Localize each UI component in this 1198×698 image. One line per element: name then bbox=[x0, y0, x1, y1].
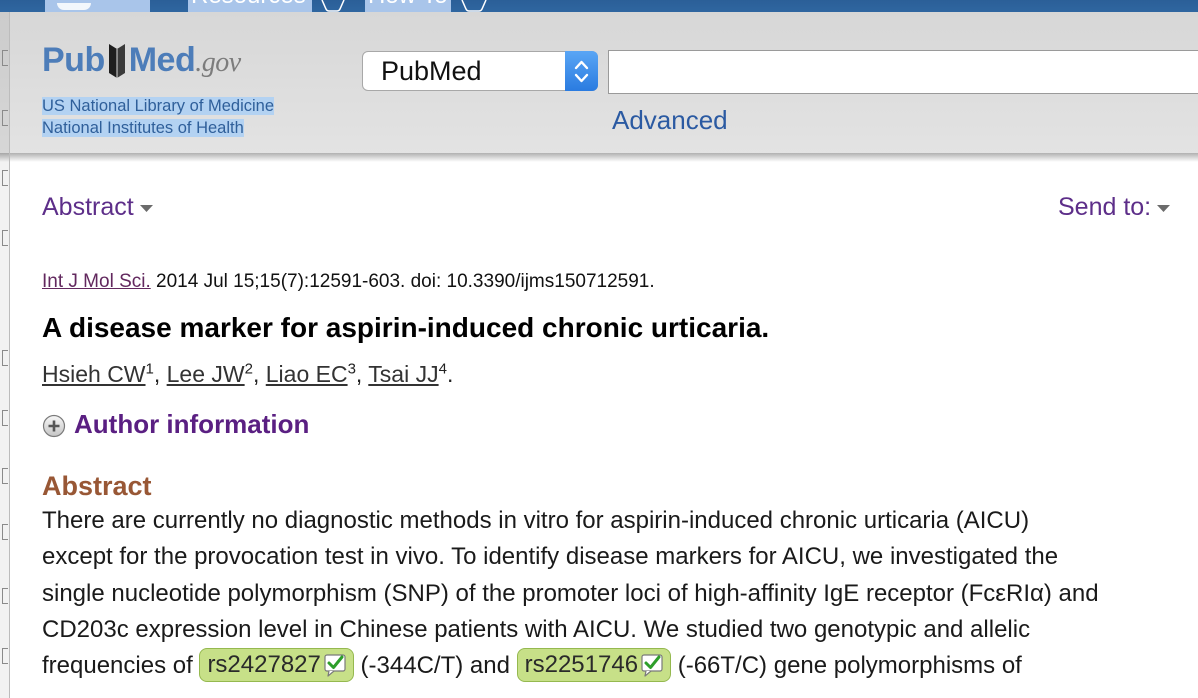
window-edge-mark bbox=[2, 350, 8, 366]
org-line-nlm[interactable]: US National Library of Medicine bbox=[42, 95, 275, 117]
resources-menu[interactable]: Resources bbox=[188, 0, 312, 12]
author-separator: , bbox=[153, 361, 167, 387]
window-edge-mark bbox=[2, 468, 8, 484]
search-input[interactable] bbox=[608, 50, 1198, 94]
ncbi-home-link[interactable] bbox=[45, 0, 150, 12]
citation: Int J Mol Sci. 2014 Jul 15;15(7):12591-6… bbox=[42, 269, 655, 295]
send-to-menu[interactable]: Send to: bbox=[1058, 191, 1171, 223]
abstract-line: single nucleotide polymorphism (SNP) of … bbox=[42, 579, 1099, 607]
abstract-heading: Abstract bbox=[42, 471, 152, 501]
chevron-up-down-icon bbox=[574, 60, 589, 83]
author-separator: . bbox=[446, 361, 454, 387]
author-link[interactable]: Tsai JJ bbox=[368, 361, 438, 387]
abstract-text-segment: frequencies of bbox=[42, 652, 200, 680]
snp-check-comment-icon[interactable] bbox=[640, 653, 666, 677]
format-menu[interactable]: Abstract bbox=[42, 191, 153, 223]
window-edge-mark bbox=[2, 230, 8, 246]
citation-details: 2014 Jul 15;15(7):12591-603. doi: 10.339… bbox=[150, 271, 655, 292]
logo-med: Med bbox=[128, 41, 196, 79]
logo-gov: .gov bbox=[195, 47, 241, 78]
window-edge-mark bbox=[2, 648, 8, 664]
plus-circle-icon bbox=[42, 414, 66, 438]
send-to-label: Send to: bbox=[1058, 193, 1152, 221]
how-to-label: How To bbox=[368, 0, 448, 9]
abstract-text-segment: (-344C/T) and bbox=[353, 652, 517, 680]
select-stepper[interactable] bbox=[565, 51, 598, 91]
caret-down-icon bbox=[1157, 205, 1171, 212]
org-line-nlm-text: US National Library of Medicine bbox=[42, 97, 275, 115]
pubmed-abstract-page: Resources How To Pub Med.gov US National… bbox=[0, 0, 1198, 698]
resources-label: Resources bbox=[191, 0, 306, 9]
logo-pub: Pub bbox=[42, 41, 105, 79]
ncbi-top-bar: Resources How To bbox=[0, 0, 1198, 12]
header-separator bbox=[0, 153, 1198, 162]
affiliation-marker[interactable]: 3 bbox=[348, 360, 356, 377]
author-link[interactable]: Liao EC bbox=[266, 361, 348, 387]
abstract-line-snps: frequencies of rs2427827 (-344C/T) and r… bbox=[42, 648, 1192, 684]
abstract-line: except for the provocation test in vivo.… bbox=[42, 543, 1059, 571]
resources-dropdown-icon[interactable] bbox=[320, 0, 346, 12]
window-edge-mark bbox=[2, 524, 8, 540]
abstract-line: CD203c expression level in Chinese patie… bbox=[42, 615, 1031, 643]
pubmed-logo[interactable]: Pub Med.gov bbox=[42, 38, 241, 82]
window-edge-mark bbox=[2, 588, 8, 604]
author-separator: , bbox=[355, 361, 369, 387]
snp-chip-rs2427827[interactable]: rs2427827 bbox=[199, 648, 354, 683]
abstract-line: There are currently no diagnostic method… bbox=[42, 507, 1030, 534]
how-to-dropdown-icon[interactable] bbox=[460, 0, 488, 12]
abstract-text: There are currently no diagnostic method… bbox=[42, 503, 1192, 684]
author-link[interactable]: Hsieh CW bbox=[42, 361, 146, 387]
article-title: A disease marker for aspirin-induced chr… bbox=[42, 312, 770, 343]
left-window-edge bbox=[0, 12, 10, 698]
window-edge-mark bbox=[2, 170, 8, 186]
window-edge-mark bbox=[2, 410, 8, 426]
abstract-text-segment: (-66T/C) gene polymorphisms of bbox=[671, 652, 1022, 680]
advanced-search-link[interactable]: Advanced bbox=[612, 105, 728, 135]
snp-label: rs2251746 bbox=[524, 651, 639, 679]
affiliation-marker[interactable]: 1 bbox=[146, 360, 154, 377]
snp-chip-rs2251746[interactable]: rs2251746 bbox=[516, 648, 672, 683]
org-line-nih[interactable]: National Institutes of Health bbox=[42, 117, 244, 139]
affiliation-marker[interactable]: 2 bbox=[245, 360, 253, 377]
author-information-label: Author information bbox=[74, 409, 310, 439]
author-link[interactable]: Lee JW bbox=[167, 361, 245, 387]
window-edge-mark bbox=[2, 50, 8, 66]
journal-link[interactable]: Int J Mol Sci. bbox=[42, 271, 151, 292]
org-line-nih-text: National Institutes of Health bbox=[42, 119, 244, 137]
snp-check-comment-icon[interactable] bbox=[323, 653, 349, 677]
how-to-menu[interactable]: How To bbox=[365, 0, 451, 12]
author-separator: , bbox=[252, 361, 266, 387]
format-menu-label: Abstract bbox=[42, 193, 134, 221]
database-select[interactable]: PubMed bbox=[362, 51, 598, 91]
ncbi-logo-fragment bbox=[57, 3, 91, 10]
pubmed-book-icon bbox=[108, 44, 125, 78]
caret-down-icon bbox=[139, 205, 153, 212]
snp-label: rs2427827 bbox=[207, 651, 321, 679]
database-select-value: PubMed bbox=[381, 56, 482, 86]
window-edge-mark bbox=[2, 110, 8, 126]
author-list: Hsieh CW1, Lee JW2, Liao EC3, Tsai JJ4. bbox=[42, 358, 453, 390]
affiliation-marker[interactable]: 4 bbox=[439, 360, 447, 377]
